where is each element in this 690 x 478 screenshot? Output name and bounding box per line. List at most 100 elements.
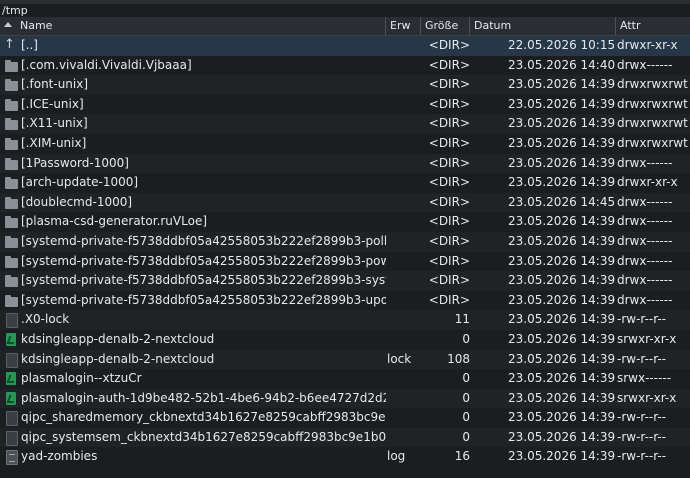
file-name: qipc_sharedmemory_ckbnextd34b1627e8259ca… [21, 410, 386, 425]
file-row[interactable]: [.font-unix] <DIR> 23.05.2026 14:39:07drwx… [0, 75, 690, 95]
file-name: kdsingleapp-denalb-2-nextcloud [21, 351, 215, 366]
file-date: 23.05.2026 14:39:08 [508, 233, 616, 248]
file-size: <DIR> [428, 116, 470, 131]
column-ext-header[interactable]: Erw [386, 17, 421, 35]
file-extension [387, 330, 421, 350]
row-icon-cell [4, 232, 18, 252]
folder-icon [5, 216, 18, 229]
file-attributes: drwxrwxrwt [617, 77, 688, 92]
file-row[interactable]: plasmalogin--xtzuCr 0 23.05.2026 14:39:08s… [0, 369, 690, 389]
row-icon-cell: ↑ [4, 36, 18, 56]
file-date: 23.05.2026 14:40:29 [508, 57, 616, 72]
row-icon-cell [4, 389, 18, 409]
file-extension [387, 154, 421, 174]
file-attributes: drwx------ [617, 233, 673, 248]
file-row[interactable]: plasmalogin-auth-1d9be482-52b1-4be6-94b2… [0, 388, 690, 409]
file-icon [6, 430, 18, 446]
file-name: [1Password-1000] [21, 155, 129, 170]
file-row[interactable]: [.ICE-unix] <DIR> 23.05.2026 14:39:32drwxr… [0, 95, 690, 115]
file-attributes: -rw-r--r-- [617, 449, 667, 464]
column-ext-label: Erw [390, 19, 411, 32]
folder-icon [5, 177, 18, 190]
file-size: 0 [462, 371, 470, 386]
file-extension [387, 193, 421, 213]
file-attributes: -rw-r--r-- [617, 351, 667, 366]
file-row[interactable]: .X0-lock 11 23.05.2026 14:39:31-rw-r--r-- [0, 310, 690, 330]
file-row[interactable]: qipc_systemsem_ckbnextd34b1627e8259cabff… [0, 427, 690, 448]
file-name: kdsingleapp-denalb-2-nextcloud [21, 331, 215, 346]
row-icon-cell [4, 408, 18, 428]
row-icon-cell [4, 310, 18, 330]
file-size: <DIR> [428, 292, 470, 307]
folder-icon [5, 294, 18, 307]
file-row[interactable]: [systemd-private-f5738ddbf05a42558053b22… [0, 231, 690, 252]
file-date: 23.05.2026 14:45:17 [508, 194, 616, 209]
file-attributes: -rw-r--r-- [617, 312, 667, 327]
socket-icon [6, 391, 16, 405]
file-size: <DIR> [428, 57, 470, 72]
column-attr-header[interactable]: Attr [616, 17, 690, 35]
file-size: 0 [462, 390, 470, 405]
folder-icon [5, 137, 18, 150]
file-icon [6, 313, 18, 329]
file-extension [387, 36, 421, 56]
file-row[interactable]: [arch-update-1000] <DIR> 23.05.2026 14:39:… [0, 173, 690, 193]
file-attributes: drwxrwxrwt [617, 116, 688, 131]
file-row[interactable]: qipc_sharedmemory_ckbnextd34b1627e8259ca… [0, 408, 690, 428]
file-row[interactable]: [.com.vivaldi.Vivaldi.Vjbaaa] <DIR> 23.05.… [0, 56, 690, 76]
file-attributes: -rw-r--r-- [617, 429, 667, 444]
row-icon-cell [4, 330, 18, 350]
column-date-header[interactable]: Datum [470, 17, 616, 35]
file-name: [arch-update-1000] [21, 175, 139, 190]
file-row[interactable]: [doublecmd-1000] <DIR> 23.05.2026 14:45:17… [0, 192, 690, 213]
file-size: <DIR> [428, 214, 470, 229]
column-size-header[interactable]: Größe [421, 17, 470, 35]
file-extension [387, 291, 421, 311]
up-arrow-icon: ↑ [4, 37, 15, 52]
file-row[interactable]: [systemd-private-f5738ddbf05a42558053b22… [0, 271, 690, 291]
row-icon-cell [4, 75, 18, 95]
file-row[interactable]: kdsingleapp-denalb-2-nextcloud lock 108 23.… [0, 349, 690, 370]
column-name-label: Name [20, 19, 53, 32]
row-icon-cell [4, 114, 18, 134]
file-size: <DIR> [428, 273, 470, 288]
file-name: [.X11-unix] [21, 116, 88, 131]
file-size: 16 [454, 449, 470, 464]
file-name: [systemd-private-f5738ddbf05a42558053b22… [21, 253, 386, 268]
file-attributes: srwxr-xr-x [617, 331, 677, 346]
file-date: 23.05.2026 14:39:32 [508, 96, 616, 111]
row-icon-cell [4, 447, 18, 467]
file-date: 23.05.2026 14:39:31 [508, 312, 616, 327]
column-header: Name Erw Größe Datum Attr [0, 17, 690, 36]
column-name-header[interactable]: Name [0, 17, 386, 35]
file-size: 11 [454, 312, 470, 327]
file-date: 23.05.2026 14:39:08 [508, 390, 616, 405]
file-row[interactable]: kdsingleapp-denalb-2-nextcloud 0 23.05.202… [0, 330, 690, 350]
file-row[interactable]: [systemd-private-f5738ddbf05a42558053b22… [0, 252, 690, 272]
file-row[interactable]: [.XIM-unix] <DIR> 23.05.2026 14:39:07drwxr… [0, 134, 690, 154]
folder-icon [5, 79, 18, 92]
file-row[interactable]: yad-zombies log 16 23.05.2026 14:39:35-rw-r… [0, 447, 690, 467]
folder-icon [5, 157, 18, 170]
file-extension [387, 95, 421, 115]
folder-icon [5, 255, 18, 268]
file-row[interactable]: [.X11-unix] <DIR> 23.05.2026 14:39:31drwxr… [0, 114, 690, 134]
file-size: <DIR> [428, 38, 470, 52]
file-name: [..] [21, 38, 38, 52]
file-date: 23.05.2026 14:39:34 [508, 429, 616, 444]
file-row[interactable]: [1Password-1000] <DIR> 23.05.2026 14:39:35… [0, 153, 690, 174]
file-row[interactable]: [systemd-private-f5738ddbf05a42558053b22… [0, 291, 690, 311]
file-date: 23.05.2026 14:39:35 [508, 449, 616, 464]
file-extension [387, 369, 421, 389]
file-list: ↑[..]<DIR>22.05.2026 10:15:36drwxr-xr-x[… [0, 36, 690, 467]
file-extension [387, 428, 421, 448]
file-name: [plasma-csd-generator.ruVLoe] [21, 214, 208, 229]
file-row[interactable]: ↑ [..] <DIR> 22.05.2026 10:15:36drwxr-xr-x [0, 36, 690, 56]
file-extension [387, 173, 421, 193]
file-row[interactable]: [plasma-csd-generator.ruVLoe] <DIR> 23.05.… [0, 212, 690, 232]
folder-icon [5, 59, 18, 72]
file-name: yad-zombies [21, 449, 98, 464]
row-icon-cell [4, 350, 18, 370]
row-icon-cell [4, 271, 18, 291]
file-extension [387, 56, 421, 76]
